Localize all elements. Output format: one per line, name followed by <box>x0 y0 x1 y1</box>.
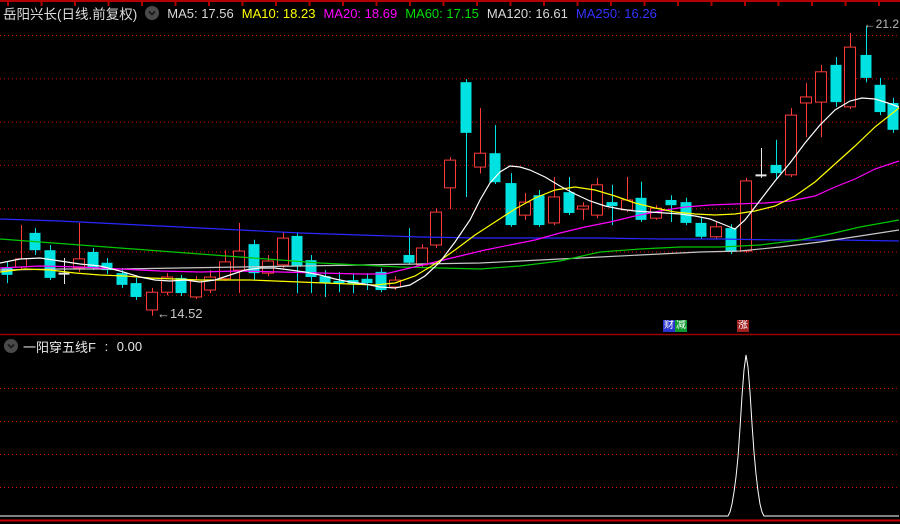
ma-legend: MA5: 17.56 MA10: 18.23 MA20: 18.69 MA60: 17… <box>167 6 657 21</box>
indicator-spike-line <box>0 354 899 517</box>
indicator-value: 0.00 <box>116 338 143 354</box>
ma-label-2: MA10: 18.23 <box>241 5 316 21</box>
indicator-separator: : <box>100 338 112 354</box>
ma-label-3: MA20: 18.69 <box>323 5 398 21</box>
chevron-down-icon[interactable] <box>145 6 160 20</box>
main-chart-canvas[interactable] <box>0 0 900 524</box>
ma-label-4: MA60: 17.15 <box>405 5 479 21</box>
indicator-header: 一阳穿五线F : 0.00 <box>4 337 142 355</box>
indicator-name: 一阳穿五线F <box>23 339 96 355</box>
ma-line-MA250 <box>0 218 900 242</box>
ma-line-MA5 <box>0 97 900 289</box>
ma-label-1: MA5: 17.56 <box>167 5 234 21</box>
chevron-down-icon[interactable] <box>4 339 18 353</box>
price-low-annotation: ←14.52 <box>157 306 203 321</box>
app-window: 岳阳兴长(日线.前复权) MA5: 17.56 MA10: 18.23 MA20: … <box>0 0 900 524</box>
signal-badge: 财 <box>663 320 675 332</box>
signal-badge: 涨 <box>737 320 749 332</box>
chart-title: 岳阳兴长(日线.前复权) <box>3 7 138 22</box>
ma-label-6: MA250: 16.26 <box>575 5 657 21</box>
signal-badge: 减 <box>675 320 687 332</box>
chart-header: 岳阳兴长(日线.前复权) MA5: 17.56 MA10: 18.23 MA20: … <box>3 3 657 23</box>
ma-line-MA60 <box>0 219 900 270</box>
ma-label-5: MA120: 16.61 <box>486 5 568 21</box>
price-high-annotation: ←21.2 <box>863 17 899 31</box>
